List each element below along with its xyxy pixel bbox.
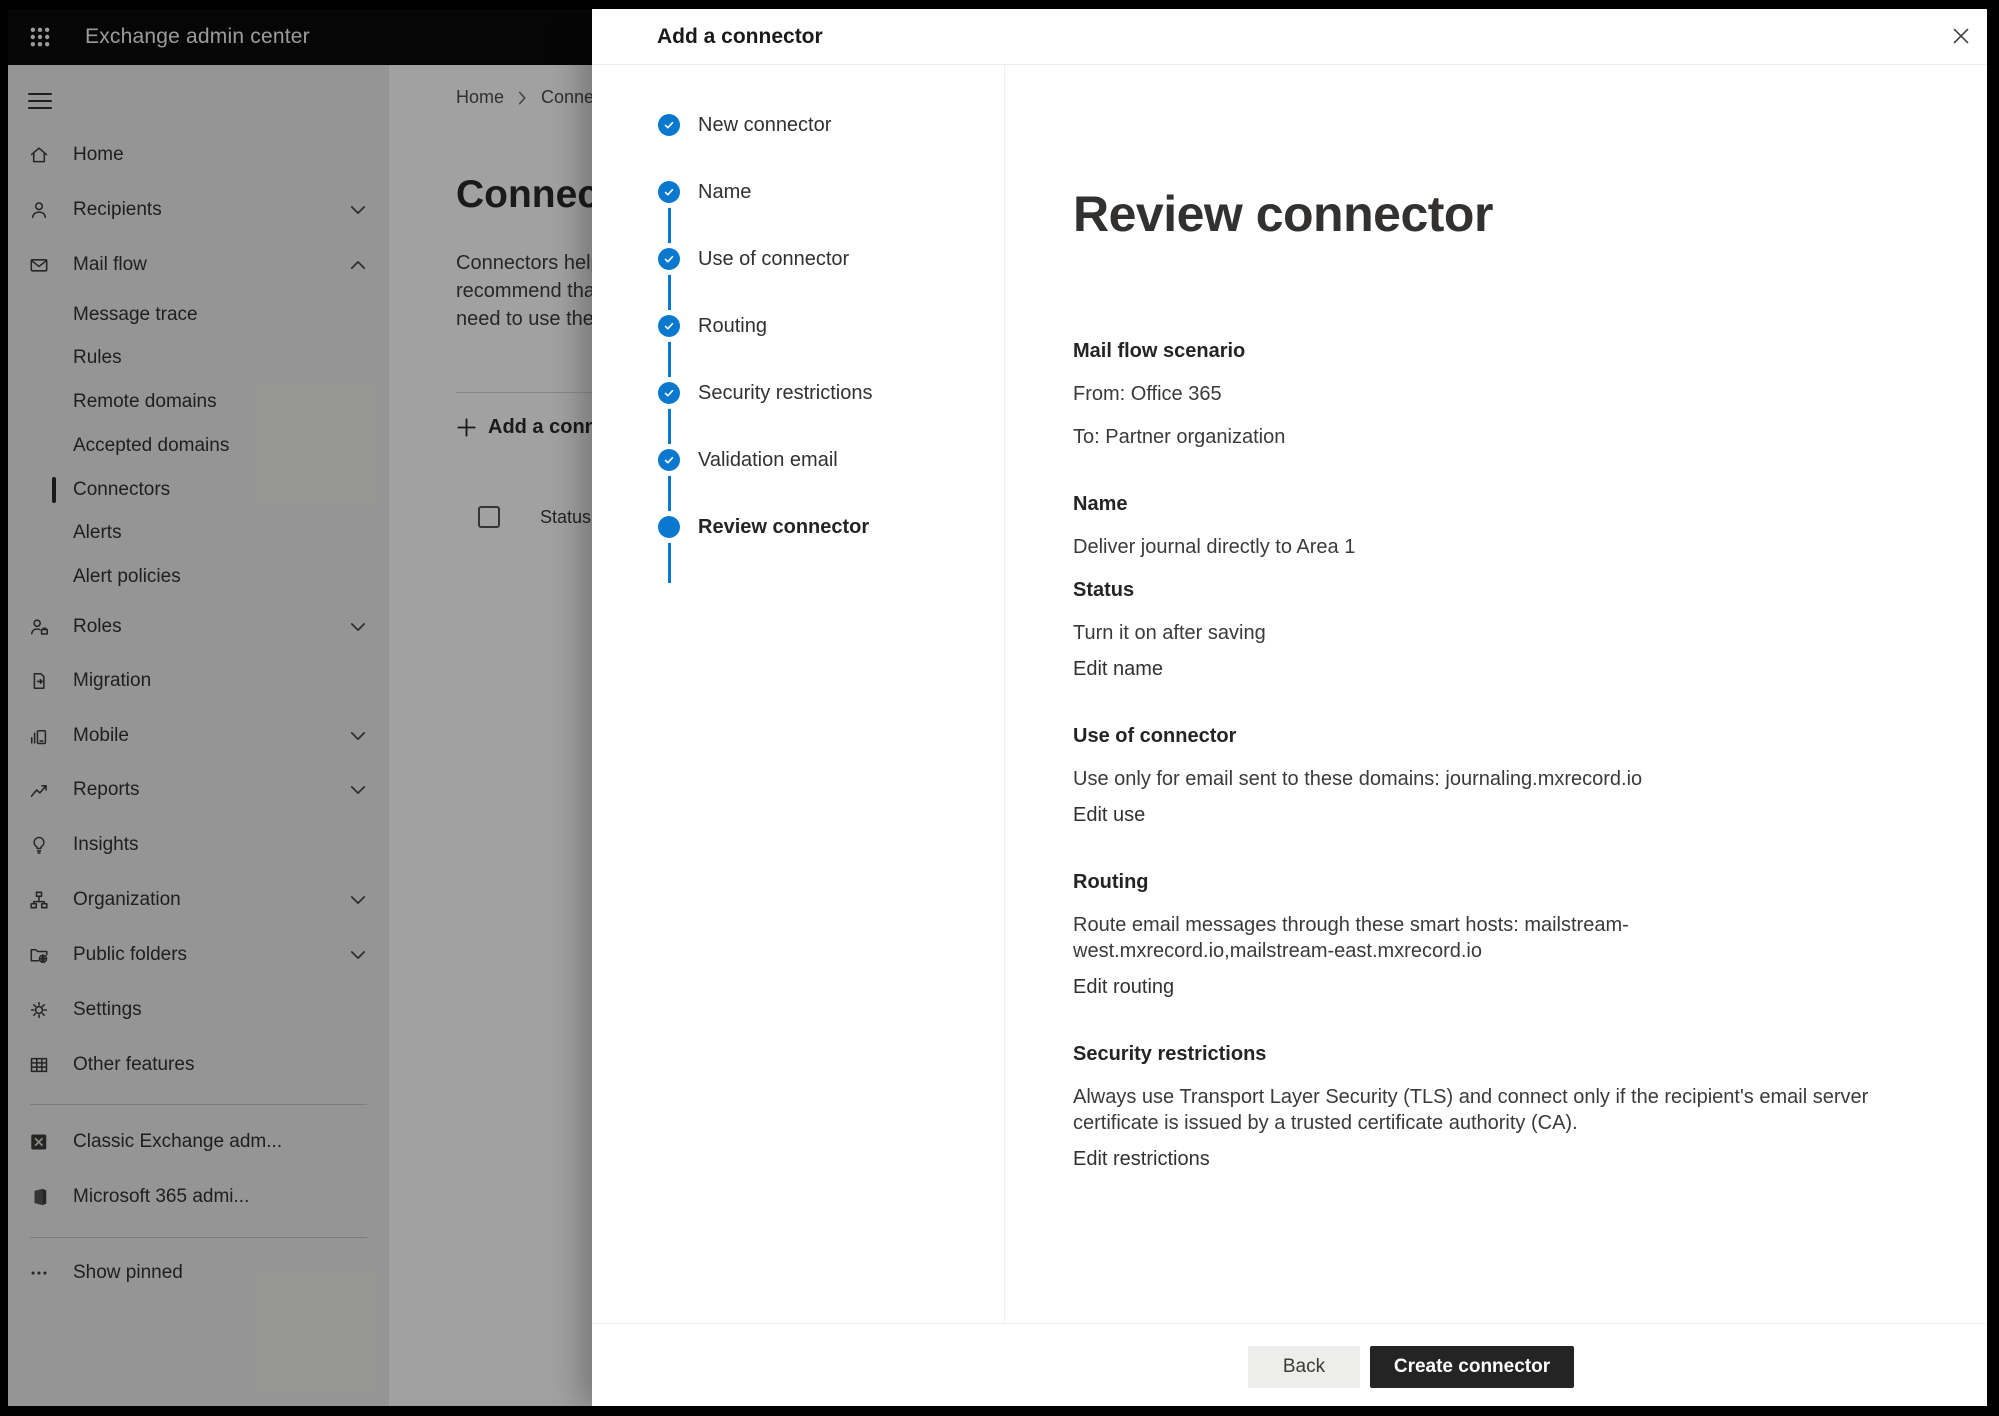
wizard-step-use-of-connector[interactable]: Use of connector (592, 246, 1987, 272)
create-connector-button[interactable]: Create connector (1370, 1346, 1574, 1388)
step-current-icon (658, 516, 680, 538)
wizard-step-security-restrictions[interactable]: Security restrictions (592, 380, 1987, 406)
edit-restrictions-link[interactable]: Edit restrictions (1073, 1146, 1878, 1172)
review-value-routing: Route email messages through these smart… (1073, 912, 1878, 964)
review-label-security: Security restrictions (1073, 1041, 1878, 1067)
wizard-step-routing[interactable]: Routing (592, 313, 1987, 339)
wizard-step-validation-email[interactable]: Validation email (592, 447, 1987, 473)
app-window: Exchange admin center Home Recipients Ma… (8, 9, 1987, 1406)
review-value-status: Turn it on after saving (1073, 620, 1878, 646)
review-label-status: Status (1073, 577, 1878, 603)
wizard-step-name[interactable]: Name (592, 179, 1987, 205)
edit-name-link[interactable]: Edit name (1073, 656, 1878, 682)
dialog-footer: Back Create connector (592, 1323, 1987, 1406)
edit-routing-link[interactable]: Edit routing (1073, 974, 1878, 1000)
review-value-use: Use only for email sent to these domains… (1073, 766, 1878, 792)
back-button[interactable]: Back (1248, 1346, 1360, 1388)
step-done-icon (658, 248, 680, 270)
step-done-icon (658, 181, 680, 203)
edit-use-link[interactable]: Edit use (1073, 802, 1878, 828)
review-label-mail-flow-scenario: Mail flow scenario (1073, 338, 1878, 364)
review-value-security: Always use Transport Layer Security (TLS… (1073, 1084, 1878, 1136)
review-label-routing: Routing (1073, 869, 1878, 895)
step-done-icon (658, 315, 680, 337)
add-connector-dialog: Add a connector New connector Name Use o… (592, 9, 1987, 1406)
wizard-step-review-connector[interactable]: Review connector (592, 514, 1987, 540)
step-done-icon (658, 114, 680, 136)
wizard-step-new-connector[interactable]: New connector (592, 112, 1987, 138)
review-label-use-of-connector: Use of connector (1073, 723, 1878, 749)
dialog-header: Add a connector (592, 9, 1987, 65)
step-done-icon (658, 382, 680, 404)
step-done-icon (658, 449, 680, 471)
dialog-title: Add a connector (657, 25, 823, 49)
close-icon[interactable] (1950, 25, 1972, 47)
